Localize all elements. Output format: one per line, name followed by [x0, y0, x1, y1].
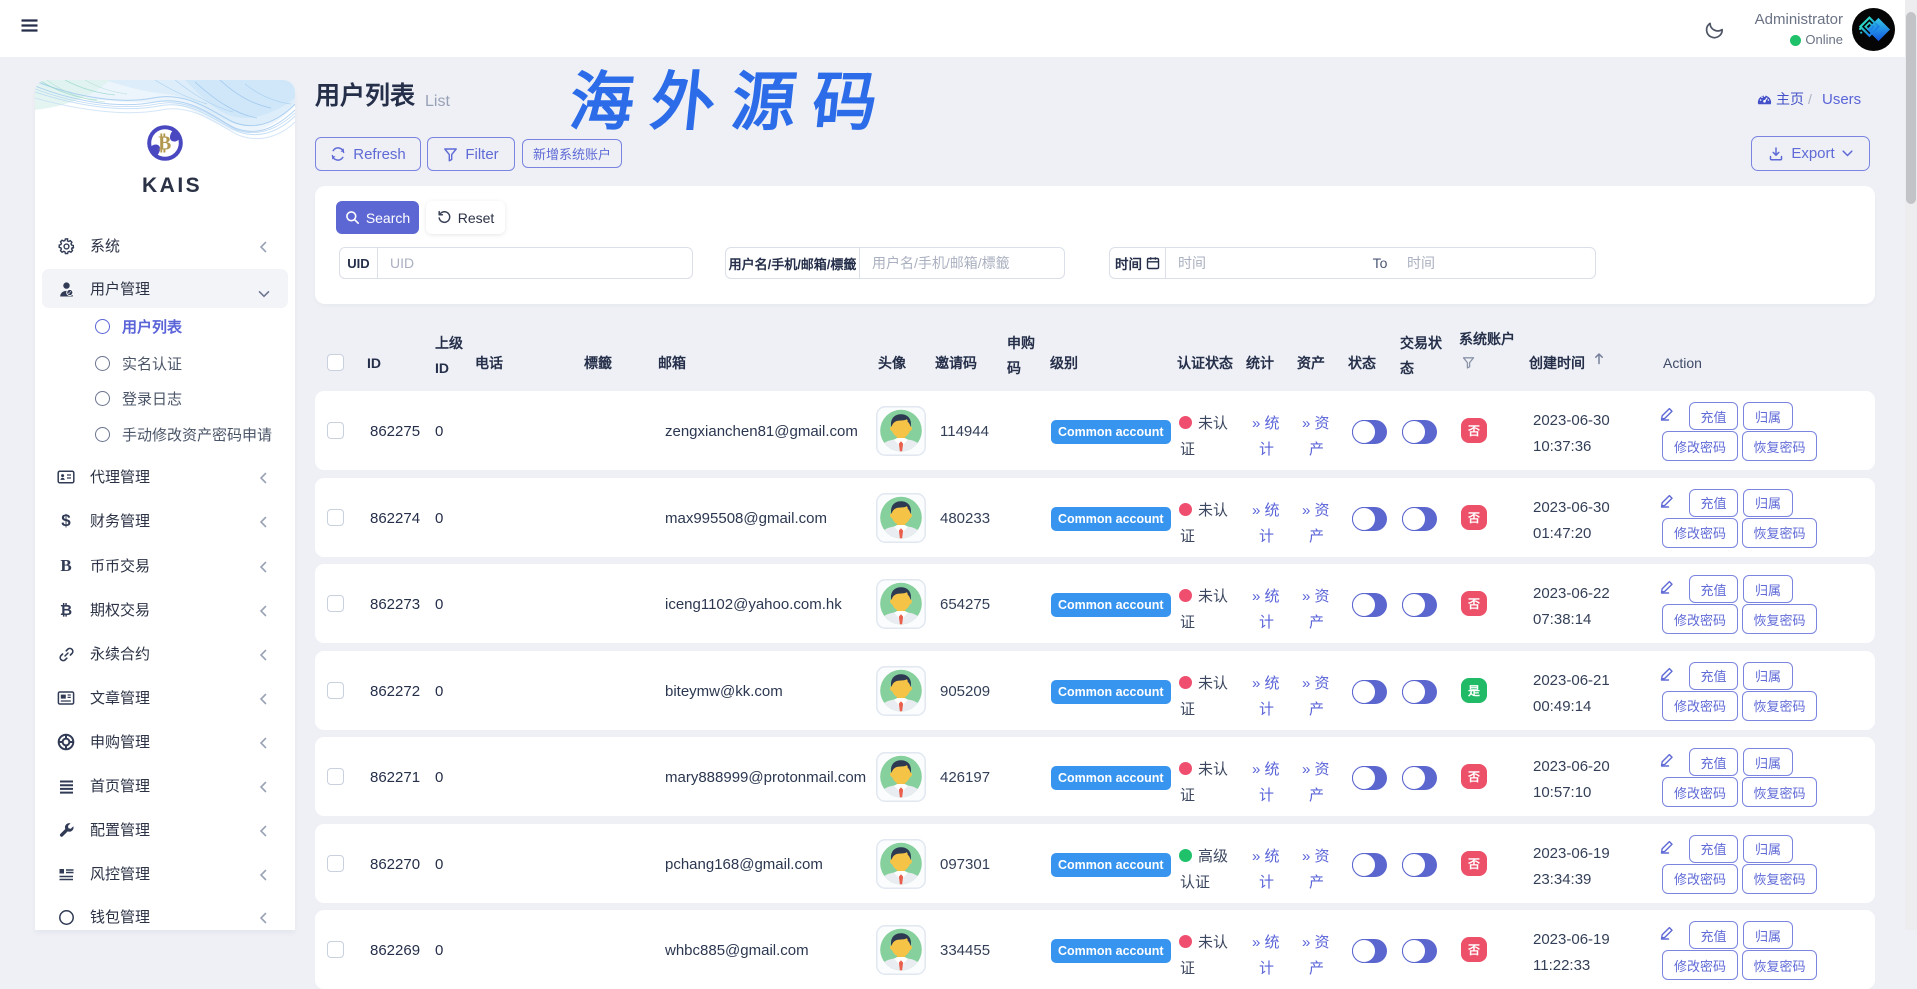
svg-text:₿: ₿ [158, 134, 171, 155]
svg-text:✓: ✓ [67, 290, 72, 296]
